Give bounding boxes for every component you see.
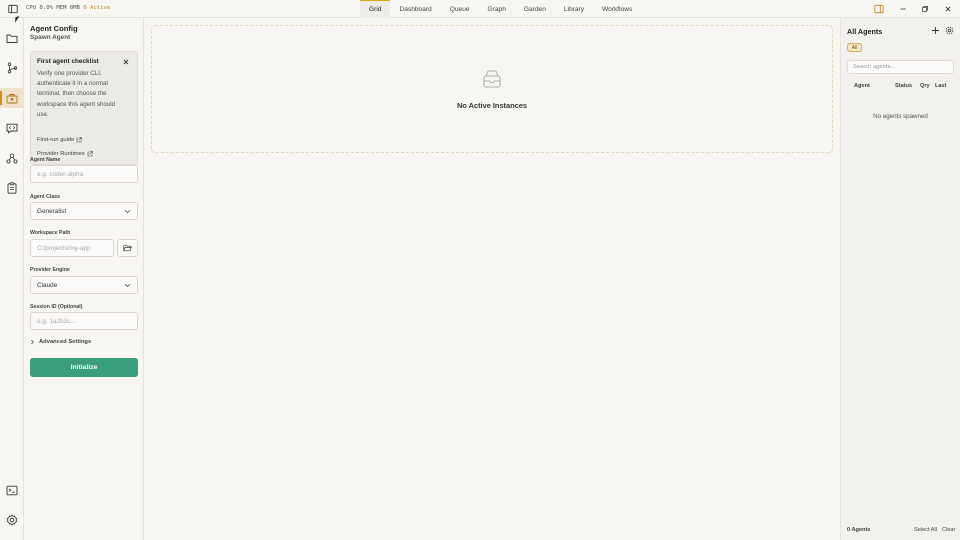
chevron-down-icon [124,283,131,288]
first-run-guide-label: First-run guide [37,137,75,143]
agent-count: 0 Agents [847,527,871,533]
workspace-path-label: Workspace Path [30,230,71,236]
chevron-down-icon [124,209,131,214]
column-header-qry[interactable]: Qry [920,83,930,89]
minimize-icon[interactable] [897,3,909,15]
initialize-button[interactable]: Initialize [30,358,138,377]
provider-engine-label: Provider Engine [30,267,70,273]
rail-tasks[interactable] [0,178,24,198]
tab-dashboard[interactable]: Dashboard [390,0,440,18]
agent-name-label: Agent Name [30,157,61,163]
instances-grid: No Active Instances [144,18,840,540]
add-agent-icon[interactable] [931,26,940,35]
rail-hierarchy[interactable] [0,148,24,168]
dismiss-checklist-icon[interactable] [122,58,130,66]
browse-folder-button[interactable] [117,239,138,257]
agent-search-input[interactable]: Search agents... [847,60,954,74]
cpu-stat: CPU 0.0% [26,5,53,11]
panel-toggle-icon[interactable] [8,4,18,14]
tab-garden[interactable]: Garden [515,0,555,18]
tab-queue[interactable]: Queue [441,0,479,18]
tab-workflows[interactable]: Workflows [593,0,641,18]
cursor-marker-icon [15,16,20,23]
panel-title: Agent Config [30,24,78,33]
agent-class-value: Generalist [37,207,67,215]
tab-library[interactable]: Library [555,0,593,18]
agent-class-select[interactable]: Generalist [30,202,138,220]
view-tabs: Grid Dashboard Queue Graph Garden Librar… [360,0,641,18]
checklist-title: First agent checklist [37,58,99,65]
settings-icon [6,514,18,526]
no-agents-text: No agents spawned [873,113,928,120]
workspace-path-input[interactable]: C:/projects/my-app [30,239,114,257]
restore-icon[interactable] [919,3,931,15]
mem-stat: MEM 0MB [56,5,80,11]
provider-engine-value: Claude [37,281,58,289]
column-header-agent[interactable]: Agent [854,83,870,89]
panel-settings-icon[interactable] [945,26,954,35]
session-id-label: Session ID (Optional) [30,304,83,310]
title-bar: CPU 0.0% MEM 0MB 0 Active Grid Dashboard… [0,0,960,18]
panel-subtitle: Spawn Agent [30,34,71,41]
terminal-icon [6,485,18,496]
tab-grid[interactable]: Grid [360,0,391,18]
activity-rail [0,16,24,540]
folder-icon [6,33,18,44]
rail-source-control[interactable] [0,58,24,78]
provider-engine-select[interactable]: Claude [30,276,138,294]
session-id-input[interactable]: e.g. 1a2b3c... [30,312,138,330]
agent-config-panel: Agent Config Spawn Agent First agent che… [24,18,144,540]
filter-all-chip[interactable]: All [847,43,862,52]
all-agents-panel: All Agents All Search agents... Agent St… [840,18,960,540]
first-run-guide-link[interactable]: First-run guide [37,137,83,143]
empty-box-icon [481,68,503,90]
rail-chat[interactable] [0,118,24,138]
advanced-settings-toggle[interactable]: Advanced Settings [30,339,91,345]
external-link-icon [76,137,83,143]
folder-open-icon [123,244,132,252]
checklist-body: Verify one provider CLI, authenticate it… [37,70,116,118]
source-control-icon [7,62,18,74]
close-icon[interactable] [942,3,954,15]
column-header-last[interactable]: Last [935,83,947,89]
chat-code-icon [6,123,18,134]
column-header-status[interactable]: Status [895,83,912,89]
clipboard-icon [7,182,17,194]
rail-explorer[interactable] [0,28,24,48]
agent-name-input[interactable]: e.g. coder-alpha [30,165,138,183]
rail-agents[interactable] [0,88,24,108]
agents-panel-title: All Agents [847,27,883,36]
select-all-button[interactable]: Select All [914,527,937,533]
rail-settings[interactable] [0,510,24,530]
active-count-stat: 0 Active [83,5,111,11]
system-stats: CPU 0.0% MEM 0MB 0 Active [26,5,110,11]
external-link-icon [87,151,93,157]
hierarchy-icon [6,153,18,164]
agents-icon [6,93,18,104]
tab-graph[interactable]: Graph [479,0,515,18]
first-agent-checklist: First agent checklist Verify one provide… [30,51,138,165]
advanced-settings-label: Advanced Settings [39,339,92,345]
agent-class-label: Agent Class [30,194,60,200]
chevron-right-icon [30,339,35,345]
empty-instances-area: No Active Instances [151,25,833,153]
clear-button[interactable]: Clear [942,527,955,533]
no-active-instances-text: No Active Instances [457,101,527,110]
right-panel-icon[interactable] [873,3,885,15]
rail-terminal[interactable] [0,480,24,500]
